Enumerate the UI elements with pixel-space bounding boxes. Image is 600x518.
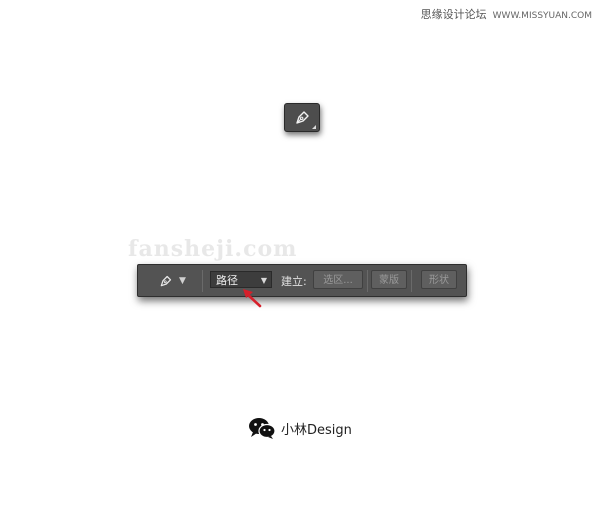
pen-tool-button[interactable] [284, 103, 320, 132]
pen-tool-icon [160, 275, 172, 286]
make-mask-button[interactable]: 蒙版 [371, 270, 407, 289]
pen-options-bar: ▼ 路径 ▼ 建立: 选区... 蒙版 形状 [137, 264, 467, 297]
forum-site: WWW.MISSYUAN.COM [492, 11, 592, 21]
tool-mode-dropdown[interactable]: 路径 ▼ [210, 271, 272, 288]
tool-flyout-indicator [312, 125, 316, 129]
author-signature: 小林Design [248, 417, 352, 439]
tool-mode-value: 路径 [216, 274, 238, 287]
wechat-icon [249, 418, 276, 439]
pen-tool-icon [296, 110, 309, 124]
divider [202, 270, 203, 292]
background-watermark: fansheji.com [128, 236, 298, 262]
forum-watermark: 思缘设计论坛 WWW.MISSYUAN.COM [421, 6, 592, 22]
red-arrow-icon [243, 289, 262, 308]
make-selection-button[interactable]: 选区... [313, 270, 363, 289]
tool-preset-picker[interactable]: ▼ [158, 273, 186, 289]
chevron-down-icon: ▼ [179, 276, 186, 286]
make-shape-button[interactable]: 形状 [421, 270, 457, 289]
divider [411, 270, 412, 292]
author-brand: 小林Design [281, 422, 352, 438]
divider [367, 270, 368, 292]
make-label: 建立: [281, 275, 307, 288]
forum-name: 思缘设计论坛 [420, 8, 487, 21]
